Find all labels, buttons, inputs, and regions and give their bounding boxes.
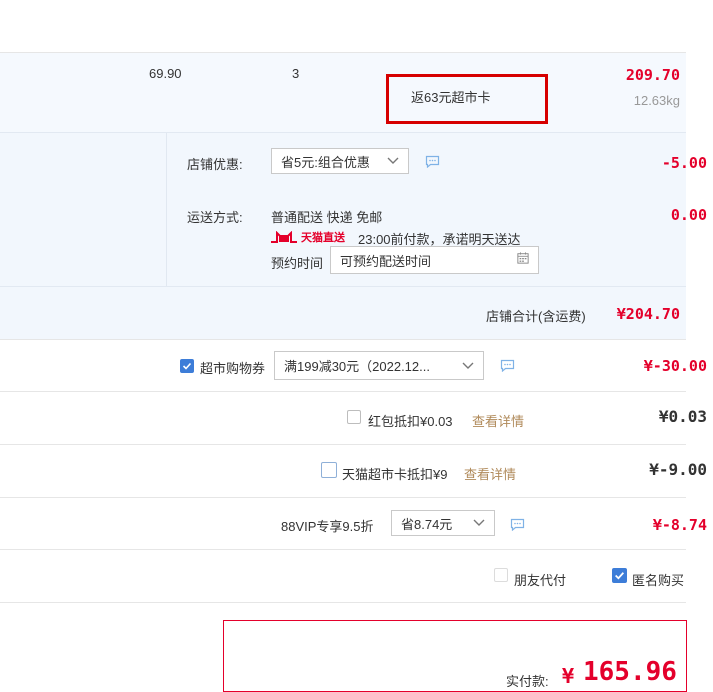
redpacket-amount: ¥0.03 (658, 407, 707, 426)
chevron-down-icon (462, 362, 474, 369)
supermarket-coupon-checkbox[interactable] (180, 359, 194, 373)
redpacket-label: 红包抵扣¥0.03 (368, 414, 453, 429)
shop-total-label: 店铺合计(含运费) (486, 309, 586, 324)
chevron-down-icon (473, 519, 485, 526)
coupon-divider-2 (0, 444, 686, 445)
chevron-down-icon (387, 157, 399, 164)
shipping-amount: 0.00 (670, 206, 707, 224)
shop-discount-select[interactable]: 省5元:组合优惠 (271, 148, 409, 174)
coupon-divider-4 (0, 549, 686, 550)
vip-discount-value: 省8.74元 (401, 516, 453, 532)
item-weight: 12.63kg (633, 93, 680, 108)
checkmark-icon (615, 572, 625, 580)
shipping-method: 普通配送 快递 免邮 (271, 210, 383, 225)
supermarket-coupon-select[interactable]: 满199减30元（2022.12... (274, 351, 484, 380)
tmall-cat-icon (271, 231, 297, 243)
pay-label: 实付款: (506, 674, 549, 689)
supermarket-coupon-amount: ¥-30.00 (643, 357, 707, 375)
anonymous-checkbox[interactable] (612, 568, 627, 583)
shop-vertical-divider (166, 133, 167, 286)
tmall-direct-badge: 天猫直送 (271, 229, 345, 245)
pay-currency: ¥ (562, 664, 575, 688)
supermarket-coupon-value: 满199减30元（2022.12... (284, 359, 430, 374)
vip-discount-amount: ¥-8.74 (652, 516, 707, 534)
coupon-divider-1 (0, 391, 686, 392)
friend-pay-checkbox[interactable] (494, 568, 508, 582)
shop-discount-label: 店铺优惠: (187, 157, 243, 172)
schedule-input[interactable]: 可预约配送时间 (330, 246, 539, 274)
redpacket-checkbox[interactable] (347, 410, 361, 424)
chat-bubble-icon[interactable] (510, 518, 525, 531)
tmallcard-label: 天猫超市卡抵扣¥9 (342, 467, 448, 482)
chat-bubble-icon[interactable] (425, 155, 440, 168)
vip-discount-label: 88VIP专享9.5折 (281, 519, 374, 534)
schedule-placeholder: 可预约配送时间 (340, 253, 432, 269)
shop-discount-amount: -5.00 (661, 154, 707, 172)
schedule-label: 预约时间 (271, 256, 324, 271)
anonymous-label: 匿名购买 (632, 573, 685, 588)
vip-discount-select[interactable]: 省8.74元 (391, 510, 495, 536)
chat-bubble-icon[interactable] (500, 359, 515, 372)
highlight-box (386, 74, 548, 124)
item-subtotal: 209.70 (625, 66, 680, 84)
tmallcard-detail-link[interactable]: 查看详情 (464, 464, 516, 483)
pay-amount: 165.96 (583, 657, 677, 687)
coupon-divider-3 (0, 497, 686, 498)
tmallcard-checkbox[interactable] (321, 462, 337, 478)
redpacket-detail-link[interactable]: 查看详情 (472, 411, 524, 430)
shop-discount-value: 省5元:组合优惠 (281, 154, 370, 170)
shop-total-row: 店铺合计(含运费) ¥204.70 (0, 287, 686, 339)
calendar-icon (517, 252, 529, 264)
unit-price: 69.90 (149, 66, 182, 81)
quantity: 3 (292, 66, 300, 81)
checkmark-icon (182, 362, 192, 370)
shop-total-amount: ¥204.70 (616, 305, 680, 323)
item-row: 69.90 3 返63元超市卡 209.70 12.63kg (0, 53, 686, 132)
tmall-badge-text: 天猫直送 (301, 232, 345, 244)
options-divider (0, 602, 686, 603)
tmallcard-amount: ¥-9.00 (649, 460, 707, 479)
total-divider (0, 339, 686, 340)
supermarket-coupon-label: 超市购物券 (200, 361, 266, 376)
friend-pay-label: 朋友代付 (514, 573, 567, 588)
shipping-label: 运送方式: (187, 210, 243, 225)
